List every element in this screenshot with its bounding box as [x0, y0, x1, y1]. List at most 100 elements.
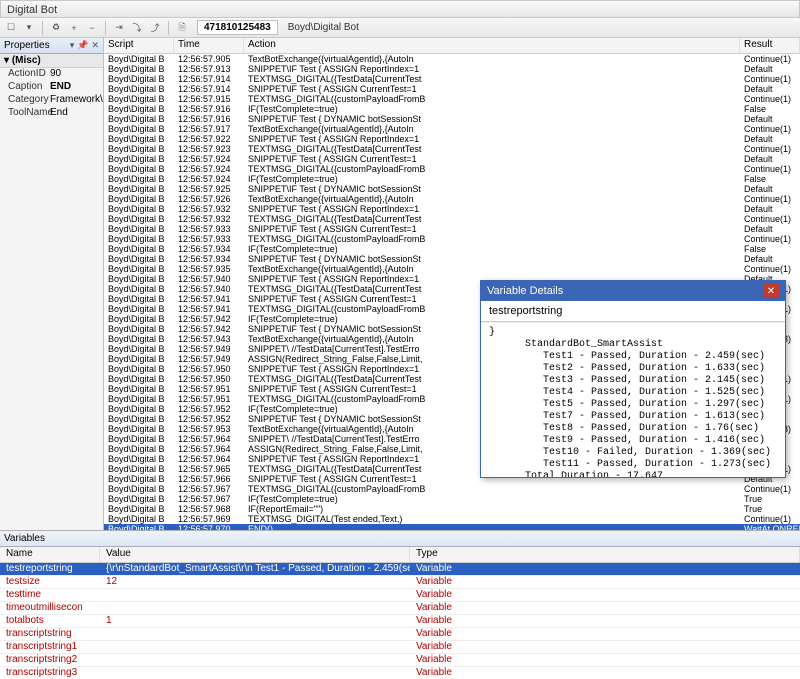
cell-action: TextBotExchange({virtualAgentId},{AutoIn: [244, 194, 740, 204]
grid-row[interactable]: Boyd\Digital B12:56:57.934SNIPPET\IF Tes…: [104, 254, 800, 264]
save-icon[interactable]: ♻: [49, 21, 63, 35]
grid-row[interactable]: Boyd\Digital B12:56:57.967TEXTMSG_DIGITA…: [104, 484, 800, 494]
col-value[interactable]: Value: [100, 547, 410, 562]
variable-row[interactable]: transcriptstring1Variable: [0, 641, 800, 654]
property-value[interactable]: END: [48, 81, 103, 94]
col-script[interactable]: Script: [104, 38, 174, 53]
col-action[interactable]: Action: [244, 38, 740, 53]
cell-result: Default: [740, 114, 800, 124]
variable-row[interactable]: totalbots1Variable: [0, 615, 800, 628]
property-row[interactable]: CategoryFramework\Genera: [0, 94, 103, 107]
grid-row[interactable]: Boyd\Digital B12:56:57.923TEXTMSG_DIGITA…: [104, 144, 800, 154]
col-name[interactable]: Name: [0, 547, 100, 562]
col-type[interactable]: Type: [410, 547, 800, 562]
dropdown-icon[interactable]: ▾: [22, 21, 36, 35]
grid-row[interactable]: Boyd\Digital B12:56:57.915TEXTMSG_DIGITA…: [104, 94, 800, 104]
grid-row[interactable]: Boyd\Digital B12:56:57.924IF(TestComplet…: [104, 174, 800, 184]
cell-script: Boyd\Digital B: [104, 204, 174, 214]
grid-row[interactable]: Boyd\Digital B12:56:57.926TextBotExchang…: [104, 194, 800, 204]
property-key: ToolName: [0, 107, 48, 120]
grid-row[interactable]: Boyd\Digital B12:56:57.905TextBotExchang…: [104, 54, 800, 64]
variable-row[interactable]: testtimeVariable: [0, 589, 800, 602]
grid-row[interactable]: Boyd\Digital B12:56:57.924SNIPPET\IF Tes…: [104, 154, 800, 164]
var-type: Variable: [410, 654, 800, 666]
property-row[interactable]: CaptionEND: [0, 81, 103, 94]
cell-action: SNIPPET\IF Test { DYNAMIC botSessionSt: [244, 254, 740, 264]
step-into-icon[interactable]: ⤵: [130, 21, 144, 35]
grid-row[interactable]: Boyd\Digital B12:56:57.916IF(TestComplet…: [104, 104, 800, 114]
cell-time: 12:56:57.914: [174, 84, 244, 94]
cell-script: Boyd\Digital B: [104, 294, 174, 304]
col-time[interactable]: Time: [174, 38, 244, 53]
plus-icon[interactable]: +: [67, 21, 81, 35]
variable-row[interactable]: testreportstring{\r\nStandardBot_SmartAs…: [0, 563, 800, 576]
grid-row[interactable]: Boyd\Digital B12:56:57.913SNIPPET\IF Tes…: [104, 64, 800, 74]
property-value[interactable]: Framework\Genera: [48, 94, 103, 107]
property-row[interactable]: ActionID90: [0, 68, 103, 81]
grid-row[interactable]: Boyd\Digital B12:56:57.933TEXTMSG_DIGITA…: [104, 234, 800, 244]
variable-details-dialog[interactable]: Variable Details ✕ testreportstring } St…: [480, 280, 786, 478]
grid-row[interactable]: Boyd\Digital B12:56:57.916SNIPPET\IF Tes…: [104, 114, 800, 124]
grid-row[interactable]: Boyd\Digital B12:56:57.914TEXTMSG_DIGITA…: [104, 74, 800, 84]
cell-action: SNIPPET\IF Test { ASSIGN CurrentTest=1: [244, 84, 740, 94]
step-out-icon[interactable]: ⤴: [148, 21, 162, 35]
grid-row[interactable]: Boyd\Digital B12:56:57.967IF(TestComplet…: [104, 494, 800, 504]
grid-row[interactable]: Boyd\Digital B12:56:57.933SNIPPET\IF Tes…: [104, 224, 800, 234]
close-panel-icon[interactable]: ✕: [91, 40, 99, 51]
variables-body[interactable]: testreportstring{\r\nStandardBot_SmartAs…: [0, 563, 800, 677]
minus-icon[interactable]: −: [85, 21, 99, 35]
cell-time: 12:56:57.942: [174, 314, 244, 324]
variable-row[interactable]: transcriptstring3Variable: [0, 667, 800, 677]
cell-action: TEXTMSG_DIGITAL({TestData[CurrentTest: [244, 214, 740, 224]
cell-time: 12:56:57.914: [174, 74, 244, 84]
tab-id[interactable]: 471810125483: [197, 20, 278, 35]
property-value[interactable]: 90: [48, 68, 103, 81]
grid-row[interactable]: Boyd\Digital B12:56:57.914SNIPPET\IF Tes…: [104, 84, 800, 94]
variable-details-body[interactable]: } StandardBot_SmartAssist Test1 - Passed…: [481, 322, 785, 477]
variable-details-titlebar[interactable]: Variable Details ✕: [481, 281, 785, 301]
grid-row[interactable]: Boyd\Digital B12:56:57.970END()WaitAt ON…: [104, 524, 800, 530]
step-over-icon[interactable]: ⇥: [112, 21, 126, 35]
variable-row[interactable]: testsize12Variable: [0, 576, 800, 589]
cell-action: END(): [244, 524, 740, 530]
cell-script: Boyd\Digital B: [104, 364, 174, 374]
cell-time: 12:56:57.934: [174, 254, 244, 264]
cell-time: 12:56:57.922: [174, 134, 244, 144]
cell-time: 12:56:57.924: [174, 154, 244, 164]
expand-icon[interactable]: ▾: [4, 55, 9, 66]
cell-action: SNIPPET\IF Test { DYNAMIC botSessionSt: [244, 114, 740, 124]
grid-row[interactable]: Boyd\Digital B12:56:57.924TEXTMSG_DIGITA…: [104, 164, 800, 174]
grid-row[interactable]: Boyd\Digital B12:56:57.922SNIPPET\IF Tes…: [104, 134, 800, 144]
cell-script: Boyd\Digital B: [104, 494, 174, 504]
variable-row[interactable]: transcriptstring2Variable: [0, 654, 800, 667]
pushpin-icon[interactable]: 📌: [77, 40, 88, 51]
doc-icon[interactable]: 🗎: [175, 21, 189, 35]
variable-row[interactable]: transcriptstringVariable: [0, 628, 800, 641]
cell-script: Boyd\Digital B: [104, 144, 174, 154]
variable-row[interactable]: timeoutmilliseconVariable: [0, 602, 800, 615]
grid-row[interactable]: Boyd\Digital B12:56:57.968IF(ReportEmail…: [104, 504, 800, 514]
property-key: Caption: [0, 81, 48, 94]
close-icon[interactable]: ✕: [763, 284, 779, 298]
pin-icon[interactable]: ▾: [70, 40, 75, 51]
property-row[interactable]: ToolNameEnd: [0, 107, 103, 120]
grid-row[interactable]: Boyd\Digital B12:56:57.934IF(TestComplet…: [104, 244, 800, 254]
cell-script: Boyd\Digital B: [104, 174, 174, 184]
property-value[interactable]: End: [48, 107, 103, 120]
col-result[interactable]: Result: [740, 38, 800, 53]
var-name: transcriptstring3: [0, 667, 100, 677]
grid-row[interactable]: Boyd\Digital B12:56:57.932TEXTMSG_DIGITA…: [104, 214, 800, 224]
grid-row[interactable]: Boyd\Digital B12:56:57.917TextBotExchang…: [104, 124, 800, 134]
cell-time: 12:56:57.969: [174, 514, 244, 524]
cell-result: Default: [740, 84, 800, 94]
cell-time: 12:56:57.916: [174, 104, 244, 114]
cell-action: SNIPPET\IF Test { DYNAMIC botSessionSt: [244, 184, 740, 194]
grid-row[interactable]: Boyd\Digital B12:56:57.935TextBotExchang…: [104, 264, 800, 274]
grid-row[interactable]: Boyd\Digital B12:56:57.969TEXTMSG_DIGITA…: [104, 514, 800, 524]
grid-row[interactable]: Boyd\Digital B12:56:57.932SNIPPET\IF Tes…: [104, 204, 800, 214]
grid-row[interactable]: Boyd\Digital B12:56:57.925SNIPPET\IF Tes…: [104, 184, 800, 194]
properties-group[interactable]: ▾ (Misc): [0, 54, 103, 68]
var-value: [100, 641, 410, 653]
cell-time: 12:56:57.950: [174, 364, 244, 374]
new-icon[interactable]: ☐: [4, 21, 18, 35]
